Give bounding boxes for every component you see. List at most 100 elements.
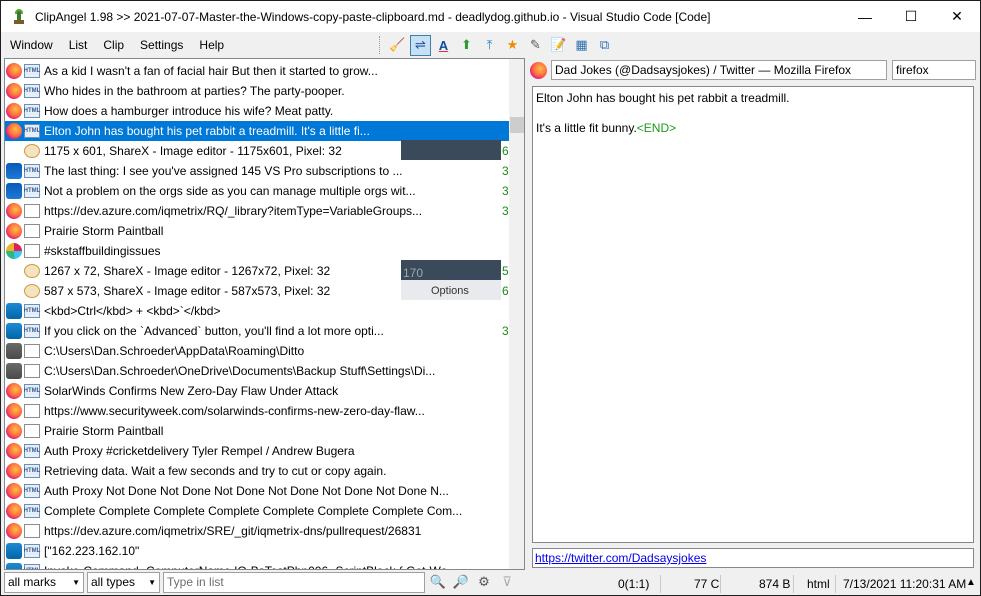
source-process-name[interactable]: firefox	[892, 60, 976, 80]
clip-list-item-text: <kbd>Ctrl</kbd> + <kbd>`</kbd>	[44, 304, 221, 318]
firefox-app-icon	[6, 503, 22, 519]
image-thumbnail-1267-label: 170	[403, 266, 424, 280]
vscode-app-icon	[6, 563, 22, 569]
clip-list-item[interactable]: https://www.securityweek.com/solarwinds-…	[5, 401, 509, 421]
ditto-app-icon	[6, 363, 22, 379]
clip-list-item-text: Auth Proxy #cricketdelivery Tyler Rempel…	[44, 444, 355, 458]
status-bar: 0(1:1) 77 C 874 B html 7/13/2021 11:20:3…	[530, 573, 980, 595]
arrow-top-blue-icon[interactable]: ⤒	[479, 35, 500, 56]
sort-arrow-icon[interactable]: ▲	[966, 577, 976, 588]
star-icon[interactable]: ★	[502, 35, 523, 56]
table-icon[interactable]: ▦	[571, 35, 592, 56]
doc-type-icon	[24, 424, 40, 438]
edit-document-icon[interactable]: 📝	[548, 35, 569, 56]
menu-help[interactable]: Help	[191, 34, 232, 56]
vscode-app-icon	[6, 323, 22, 339]
status-position: 0(1:1)	[618, 577, 650, 591]
clip-list-item[interactable]: HTML The last thing: I see you've assigne…	[5, 161, 509, 181]
image-thumbnail-587-label: Options	[431, 285, 469, 297]
clip-list-item[interactable]: https://dev.azure.com/iqmetrix/SRE/_git/…	[5, 521, 509, 541]
img-type-icon	[24, 284, 40, 298]
clip-list-item[interactable]: https://dev.azure.com/iqmetrix/RQ/_libra…	[5, 201, 509, 221]
clip-list-item[interactable]: Prairie Storm Paintball	[5, 421, 509, 441]
search-next-icon[interactable]: 🔍	[428, 572, 448, 592]
firefox-app-icon	[6, 443, 22, 459]
clip-list-item[interactable]: HTML SolarWinds Confirms New Zero-Day Fla…	[5, 381, 509, 401]
clip-list-item[interactable]: HTML <kbd>Ctrl</kbd> + <kbd>`</kbd>	[5, 301, 509, 321]
clear-filter-icon[interactable]: ⊽	[497, 572, 517, 592]
word-wrap-icon[interactable]: ⇌	[410, 34, 431, 56]
clip-list-item[interactable]: HTML As a kid I wasn't a fan of facial ha…	[5, 61, 509, 81]
source-window-title[interactable]: Dad Jokes (@Dadsaysjokes) / Twitter — Mo…	[551, 60, 887, 80]
toolbar-grip[interactable]	[379, 36, 382, 54]
menu-list[interactable]: List	[61, 34, 96, 56]
ditto-app-icon	[6, 343, 22, 359]
clip-content-viewer[interactable]: Elton John has bought his pet rabbit a t…	[532, 86, 974, 543]
doc-type-icon	[24, 404, 40, 418]
firefox-app-icon	[6, 483, 22, 499]
clip-list-item-text: If you click on the `Advanced` button, y…	[44, 324, 384, 338]
clip-list-item-text: How does a hamburger introduce his wife?…	[44, 104, 334, 118]
menu-settings[interactable]: Settings	[132, 34, 191, 56]
outlook-app-icon	[6, 163, 22, 179]
clip-list-item-text: Prairie Storm Paintball	[44, 424, 164, 438]
list-scrollbar-thumb[interactable]	[510, 117, 524, 133]
search-settings-icon[interactable]: ⚙	[474, 572, 494, 592]
list-scrollbar[interactable]	[509, 59, 524, 569]
html-type-icon: HTML	[24, 104, 40, 118]
title-bar[interactable]: ClipAngel 1.98 >> 2021-07-07-Master-the-…	[1, 1, 980, 32]
html-type-icon: HTML	[24, 324, 40, 338]
clip-list[interactable]: HTML As a kid I wasn't a fan of facial ha…	[4, 58, 525, 570]
html-type-icon: HTML	[24, 504, 40, 518]
close-button[interactable]: ✕	[934, 1, 980, 32]
clip-list-item[interactable]: HTML Invoke-Command -ComputerName IQ-BsTe…	[5, 561, 509, 569]
clip-list-item[interactable]: HTML How does a hamburger introduce his w…	[5, 101, 509, 121]
html-type-icon: HTML	[24, 564, 40, 569]
types-filter-select[interactable]: all types ▼	[87, 571, 160, 593]
menu-clip[interactable]: Clip	[95, 34, 132, 56]
clip-list-item[interactable]: HTML Who hides in the bathroom at parties…	[5, 81, 509, 101]
clip-list-item[interactable]: HTML If you click on the `Advanced` butto…	[5, 321, 509, 341]
clip-list-item[interactable]: C:\Users\Dan.Schroeder\AppData\Roaming\D…	[5, 341, 509, 361]
clip-list-item[interactable]: HTML Auth Proxy #cricketdelivery Tyler Re…	[5, 441, 509, 461]
clip-list-item[interactable]: HTML Not a problem on the orgs side as yo…	[5, 181, 509, 201]
clip-list-item[interactable]: Prairie Storm Paintball	[5, 221, 509, 241]
html-type-icon: HTML	[24, 484, 40, 498]
search-previous-icon[interactable]: 🔎	[451, 572, 471, 592]
clip-list-item[interactable]: HTML Auth Proxy Not Done Not Done Not Don…	[5, 481, 509, 501]
clip-list-item[interactable]: #skstaffbuildingissues	[5, 241, 509, 261]
clip-list-item-count: 3	[502, 164, 509, 178]
list-search-input[interactable]	[163, 571, 425, 593]
html-type-icon: HTML	[24, 124, 40, 138]
windows-icon[interactable]: ⧉	[594, 35, 615, 56]
clip-list-item[interactable]: HTML Retrieving data. Wait a few seconds …	[5, 461, 509, 481]
clip-list-item-text: Who hides in the bathroom at parties? Th…	[44, 84, 345, 98]
outlook-app-icon	[6, 183, 22, 199]
clip-list-item[interactable]: HTML Elton John has bought his pet rabbit…	[5, 121, 509, 141]
clip-list-item-text: Invoke-Command -ComputerName IQ-BsTestPh…	[44, 564, 494, 569]
clip-source-bar	[530, 59, 547, 81]
clip-list-item[interactable]: HTML ["162.223.162.10"	[5, 541, 509, 561]
html-type-icon: HTML	[24, 464, 40, 478]
pencil-icon[interactable]: ✎	[525, 35, 546, 56]
marks-filter-select[interactable]: all marks ▼	[4, 571, 84, 593]
clip-list-item[interactable]: C:\Users\Dan.Schroeder\OneDrive\Document…	[5, 361, 509, 381]
doc-type-icon	[24, 224, 40, 238]
clip-list-item-text: Not a problem on the orgs side as you ca…	[44, 184, 416, 198]
blank-app-icon	[6, 143, 22, 159]
doc-type-icon	[24, 524, 40, 538]
end-marker: <END>	[636, 121, 677, 135]
broom-icon[interactable]: 🧹	[387, 35, 408, 56]
clip-list-item[interactable]: HTML Complete Complete Complete Complete …	[5, 501, 509, 521]
arrow-up-green-icon[interactable]: ⬆	[456, 35, 477, 56]
clip-list-item-text: Complete Complete Complete Complete Comp…	[44, 504, 463, 518]
text-color-icon[interactable]: A	[433, 35, 454, 56]
maximize-button[interactable]: ☐	[888, 1, 934, 32]
types-filter-value: all types	[91, 575, 136, 589]
firefox-app-icon	[6, 423, 22, 439]
minimize-button[interactable]: —	[842, 1, 888, 32]
clip-source-url-link[interactable]: https://twitter.com/Dadsaysjokes	[535, 551, 706, 565]
window-title: ClipAngel 1.98 >> 2021-07-07-Master-the-…	[35, 9, 711, 24]
clip-list-item-text: C:\Users\Dan.Schroeder\AppData\Roaming\D…	[44, 344, 305, 358]
menu-window[interactable]: Window	[2, 34, 61, 56]
